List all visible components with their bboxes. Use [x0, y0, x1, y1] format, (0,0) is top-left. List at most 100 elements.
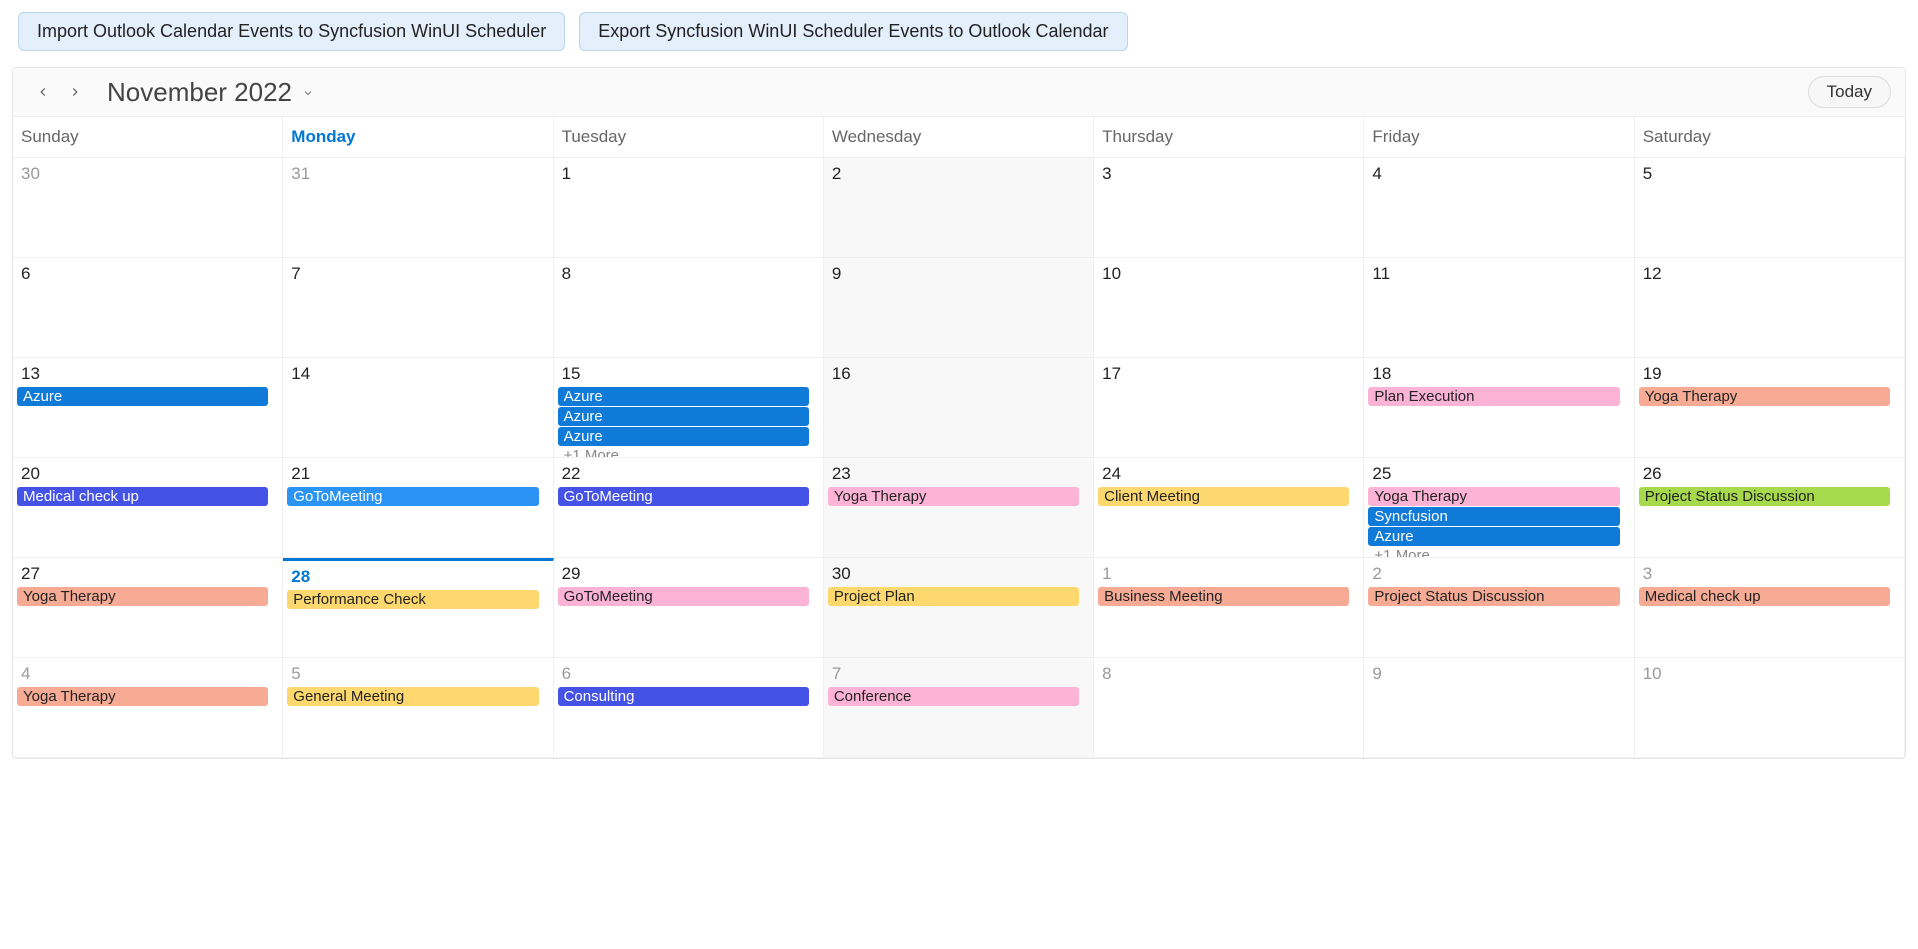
day-number: 16 [828, 362, 1089, 386]
calendar-event[interactable]: Performance Check [287, 590, 538, 609]
day-number: 27 [17, 562, 278, 586]
calendar-event[interactable]: GoToMeeting [287, 487, 538, 506]
calendar-event[interactable]: Azure [17, 387, 268, 406]
day-number: 2 [1368, 562, 1629, 586]
calendar-event[interactable]: Yoga Therapy [17, 587, 268, 606]
calendar-cell[interactable]: 9 [1364, 658, 1634, 758]
calendar-cell[interactable]: 11 [1364, 258, 1634, 358]
calendar-cell[interactable]: 21GoToMeeting [283, 458, 553, 558]
calendar-cell[interactable]: 30 [13, 158, 283, 258]
calendar-cell[interactable]: 23Yoga Therapy [824, 458, 1094, 558]
more-events-link[interactable]: +1 More... [558, 447, 819, 458]
calendar-cell[interactable]: 31 [283, 158, 553, 258]
calendar-event[interactable]: General Meeting [287, 687, 538, 706]
calendar-event[interactable]: Yoga Therapy [1368, 487, 1619, 506]
calendar-cell[interactable]: 24Client Meeting [1094, 458, 1364, 558]
scheduler-header: November 2022 Today [13, 68, 1905, 117]
calendar-cell[interactable]: 9 [824, 258, 1094, 358]
day-number: 8 [1098, 662, 1359, 686]
day-number: 15 [558, 362, 819, 386]
calendar-cell[interactable]: 8 [554, 258, 824, 358]
calendar-event[interactable]: Plan Execution [1368, 387, 1619, 406]
calendar-cell[interactable]: 5 [1635, 158, 1905, 258]
day-header: Wednesday [824, 117, 1094, 157]
today-button[interactable]: Today [1808, 76, 1891, 108]
next-button[interactable] [59, 76, 91, 108]
calendar-cell[interactable]: 27Yoga Therapy [13, 558, 283, 658]
calendar-cell[interactable]: 2 [824, 158, 1094, 258]
calendar-cell[interactable]: 18Plan Execution [1364, 358, 1634, 458]
calendar-event[interactable]: Project Status Discussion [1368, 587, 1619, 606]
day-number: 22 [558, 462, 819, 486]
calendar-event[interactable]: Azure [558, 407, 809, 426]
calendar-event[interactable]: Project Plan [828, 587, 1079, 606]
more-events-link[interactable]: +1 More... [1368, 547, 1629, 558]
calendar-cell[interactable]: 6 [13, 258, 283, 358]
calendar-cell[interactable]: 28Performance Check [283, 558, 553, 658]
calendar-cell[interactable]: 8 [1094, 658, 1364, 758]
calendar-cell[interactable]: 20Medical check up [13, 458, 283, 558]
day-number: 4 [17, 662, 278, 686]
calendar-cell[interactable]: 3Medical check up [1635, 558, 1905, 658]
calendar-event[interactable]: GoToMeeting [558, 487, 809, 506]
day-number: 5 [287, 662, 548, 686]
calendar-cell[interactable]: 7 [283, 258, 553, 358]
calendar-cell[interactable]: 16 [824, 358, 1094, 458]
calendar-cell[interactable]: 6Consulting [554, 658, 824, 758]
calendar-event[interactable]: Project Status Discussion [1639, 487, 1890, 506]
calendar-cell[interactable]: 13Azure [13, 358, 283, 458]
calendar-cell[interactable]: 17 [1094, 358, 1364, 458]
day-number: 11 [1368, 262, 1629, 286]
calendar-cell[interactable]: 4Yoga Therapy [13, 658, 283, 758]
calendar-cell[interactable]: 14 [283, 358, 553, 458]
calendar-cell[interactable]: 12 [1635, 258, 1905, 358]
day-number: 9 [1368, 662, 1629, 686]
calendar-event[interactable]: Azure [558, 427, 809, 446]
prev-button[interactable] [27, 76, 59, 108]
calendar-event[interactable]: Yoga Therapy [1639, 387, 1890, 406]
calendar-event[interactable]: Conference [828, 687, 1079, 706]
calendar-cell[interactable]: 22GoToMeeting [554, 458, 824, 558]
calendar-event[interactable]: Yoga Therapy [17, 687, 268, 706]
calendar-event[interactable]: GoToMeeting [558, 587, 809, 606]
calendar-cell[interactable]: 5General Meeting [283, 658, 553, 758]
calendar-cell[interactable]: 30Project Plan [824, 558, 1094, 658]
day-number: 12 [1639, 262, 1900, 286]
calendar-event[interactable]: Yoga Therapy [828, 487, 1079, 506]
calendar-event[interactable]: Medical check up [17, 487, 268, 506]
calendar-event[interactable]: Azure [1368, 527, 1619, 546]
calendar-event[interactable]: Syncfusion [1368, 507, 1619, 526]
calendar-cell[interactable]: 7Conference [824, 658, 1094, 758]
day-number: 10 [1639, 662, 1900, 686]
import-button[interactable]: Import Outlook Calendar Events to Syncfu… [18, 12, 565, 51]
day-number: 7 [828, 662, 1089, 686]
calendar-cell[interactable]: 1Business Meeting [1094, 558, 1364, 658]
calendar-cell[interactable]: 29GoToMeeting [554, 558, 824, 658]
calendar-cell[interactable]: 25Yoga TherapySyncfusionAzure+1 More... [1364, 458, 1634, 558]
day-number: 24 [1098, 462, 1359, 486]
day-number: 30 [17, 162, 278, 186]
day-number: 13 [17, 362, 278, 386]
calendar-event[interactable]: Business Meeting [1098, 587, 1349, 606]
calendar-cell[interactable]: 19Yoga Therapy [1635, 358, 1905, 458]
day-number: 20 [17, 462, 278, 486]
calendar-grid: 303112345678910111213Azure1415AzureAzure… [13, 158, 1905, 758]
calendar-cell[interactable]: 15AzureAzureAzure+1 More... [554, 358, 824, 458]
calendar-cell[interactable]: 10 [1094, 258, 1364, 358]
export-button[interactable]: Export Syncfusion WinUI Scheduler Events… [579, 12, 1127, 51]
chevron-left-icon [36, 85, 50, 99]
day-header: Tuesday [554, 117, 824, 157]
calendar-event[interactable]: Medical check up [1639, 587, 1890, 606]
calendar-cell[interactable]: 10 [1635, 658, 1905, 758]
calendar-event[interactable]: Client Meeting [1098, 487, 1349, 506]
top-buttons: Import Outlook Calendar Events to Syncfu… [12, 12, 1906, 51]
title-dropdown[interactable]: November 2022 [107, 77, 314, 108]
calendar-cell[interactable]: 2Project Status Discussion [1364, 558, 1634, 658]
calendar-cell[interactable]: 3 [1094, 158, 1364, 258]
calendar-cell[interactable]: 1 [554, 158, 824, 258]
day-number: 14 [287, 362, 548, 386]
calendar-cell[interactable]: 26Project Status Discussion [1635, 458, 1905, 558]
calendar-event[interactable]: Azure [558, 387, 809, 406]
calendar-cell[interactable]: 4 [1364, 158, 1634, 258]
calendar-event[interactable]: Consulting [558, 687, 809, 706]
